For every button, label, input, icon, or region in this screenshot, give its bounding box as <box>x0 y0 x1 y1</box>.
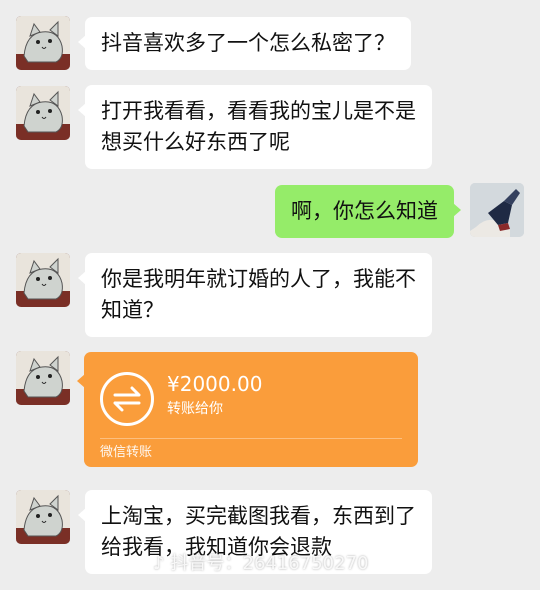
divider <box>100 438 402 439</box>
message-bubble-self[interactable]: 啊，你怎么知道 <box>275 185 461 238</box>
transfer-arrows-icon <box>100 372 154 426</box>
contact-avatar[interactable] <box>16 351 70 405</box>
message-text: 上淘宝，买完截图我看，东西到了 <box>101 504 416 528</box>
transfer-card[interactable]: ¥2000.00 转账给你 微信转账 <box>77 352 418 467</box>
contact-avatar[interactable] <box>16 86 70 140</box>
cat-avatar-icon <box>16 253 70 307</box>
user-avatar-icon <box>470 183 524 237</box>
cat-avatar-icon <box>16 16 70 70</box>
contact-avatar[interactable] <box>16 490 70 544</box>
contact-avatar[interactable] <box>16 16 70 70</box>
message-bubble[interactable]: 打开我看看，看看我的宝儿是不是 想买什么好东西了呢 <box>78 85 432 169</box>
cat-avatar-icon <box>16 86 70 140</box>
transfer-subtitle: 转账给你 <box>167 401 223 417</box>
message-text: 打开我看看，看看我的宝儿是不是 <box>101 99 416 123</box>
message-text: 想买什么好东西了呢 <box>101 130 290 154</box>
cat-avatar-icon <box>16 490 70 544</box>
message-text: 知道？ <box>101 298 164 322</box>
message-text: 抖音喜欢多了一个怎么私密了？ <box>101 31 395 55</box>
transfer-footer: 微信转账 <box>100 445 153 460</box>
transfer-amount: ¥2000.00 <box>167 372 263 396</box>
watermark: ♪ 抖音号：26416750270 <box>153 553 368 575</box>
message-text: 啊，你怎么知道 <box>291 199 438 223</box>
message-text: 你是我明年就订婚的人了，我能不 <box>101 267 416 291</box>
contact-avatar[interactable] <box>16 253 70 307</box>
tiktok-logo-icon: ♪ <box>153 553 165 574</box>
watermark-text: 抖音号：26416750270 <box>170 553 369 574</box>
self-avatar[interactable] <box>470 183 524 237</box>
message-bubble[interactable]: 你是我明年就订婚的人了，我能不 知道？ <box>78 253 432 337</box>
message-bubble[interactable]: 抖音喜欢多了一个怎么私密了？ <box>78 17 411 70</box>
cat-avatar-icon <box>16 351 70 405</box>
